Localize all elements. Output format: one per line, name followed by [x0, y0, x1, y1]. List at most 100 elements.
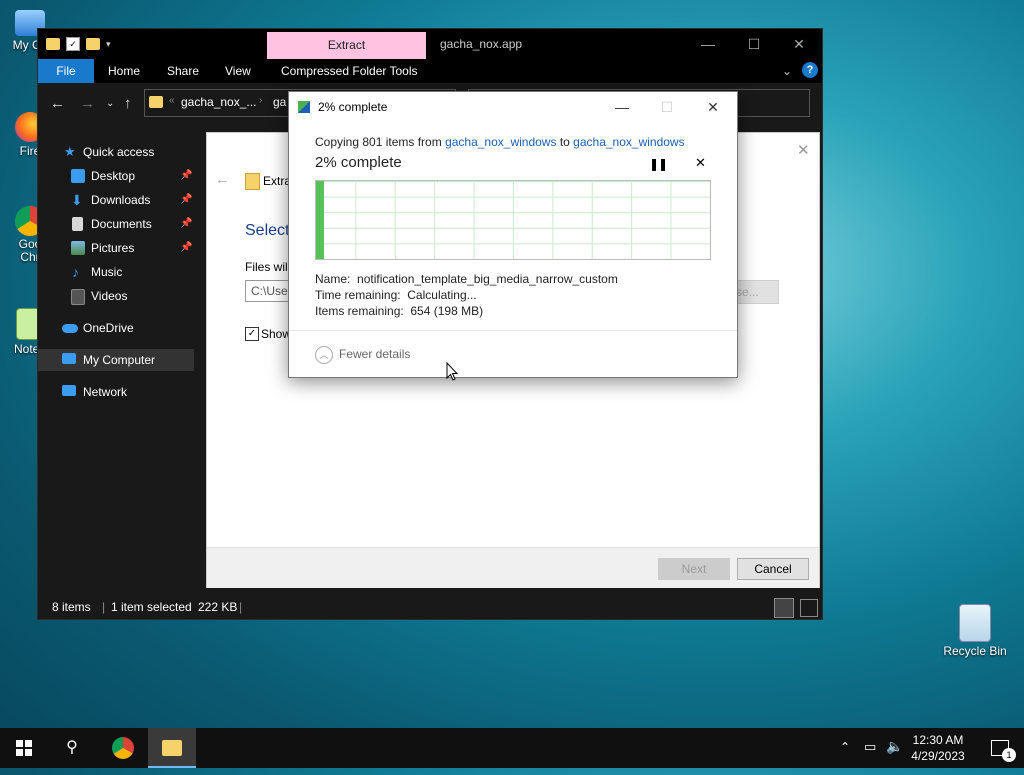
notifications-button[interactable]: 1: [976, 728, 1024, 768]
nav-item-pictures[interactable]: Pictures 📌: [38, 237, 194, 259]
nav-item-desktop[interactable]: Desktop 📌: [38, 165, 194, 187]
wizard-close-icon[interactable]: ✕: [797, 141, 810, 159]
info-items-remaining: Items remaining: 654 (198 MB): [315, 304, 484, 318]
cancel-copy-button[interactable]: ✕: [695, 155, 706, 171]
pin-icon[interactable]: 📌: [180, 165, 192, 187]
taskbar: ⚲ ⌃ ▭ 🔈 12:30 AM 4/29/2023 1: [0, 728, 1024, 768]
status-size: 222 KB: [198, 600, 238, 614]
pause-button[interactable]: ❚❚: [649, 157, 668, 171]
nav-item-documents[interactable]: Documents 📌: [38, 213, 194, 235]
tab-compressed-folder-tools[interactable]: Compressed Folder Tools: [281, 59, 418, 83]
minimize-button[interactable]: —: [685, 29, 731, 59]
divider: [289, 330, 737, 331]
close-button[interactable]: ✕: [776, 29, 822, 59]
up-arrow-icon[interactable]: ↑: [124, 95, 132, 112]
wizard-heading: Select: [245, 222, 290, 239]
wizard-header: Extra: [263, 174, 292, 188]
star-icon: ★: [64, 144, 76, 159]
help-button[interactable]: ?: [802, 62, 818, 78]
tab-share[interactable]: Share: [167, 59, 199, 83]
breadcrumb-item[interactable]: gacha_nox_...: [181, 95, 256, 109]
pin-icon[interactable]: 📌: [180, 189, 192, 211]
info-time-remaining: Time remaining: Calculating...: [315, 288, 477, 302]
search-button[interactable]: ⚲: [48, 728, 96, 768]
next-button[interactable]: Next: [658, 558, 730, 580]
copy-progress-dialog: 2% complete — ☐ ✕ Copying 801 items from…: [288, 91, 738, 378]
folder-icon: [149, 96, 163, 108]
window-title: gacha_nox.app: [440, 37, 523, 51]
chrome-icon: [112, 737, 134, 759]
pin-icon[interactable]: 📌: [180, 213, 192, 235]
folder-icon[interactable]: [46, 38, 60, 50]
taskbar-file-explorer[interactable]: [148, 728, 196, 768]
copying-summary: Copying 801 items from gacha_nox_windows…: [315, 135, 685, 149]
windows-logo-icon: [16, 740, 32, 756]
notification-count-badge: 1: [1002, 748, 1016, 762]
wizard-files-label: Files will: [245, 260, 291, 274]
nav-item-onedrive[interactable]: OneDrive: [38, 317, 194, 339]
desktop-icon-label: Recycle Bin: [943, 644, 1007, 658]
dialog-title: 2% complete: [318, 100, 388, 114]
breadcrumb-chevron-icon: «: [169, 95, 175, 106]
status-selected: 1 item selected: [111, 600, 192, 614]
network-icon: [62, 385, 76, 396]
breadcrumb-chevron-icon: ›: [259, 95, 263, 106]
show-files-checkbox[interactable]: ✓: [245, 327, 259, 341]
destination-link[interactable]: gacha_nox_windows: [573, 135, 684, 149]
nav-item-network[interactable]: Network: [38, 381, 194, 403]
maximize-button[interactable]: ☐: [731, 29, 777, 59]
cloud-icon: [62, 324, 78, 333]
status-divider: |: [239, 600, 243, 614]
forward-arrow-icon[interactable]: →: [80, 95, 95, 112]
desktop-icon: [71, 169, 85, 183]
context-tab-extract[interactable]: Extract: [267, 32, 426, 59]
large-icons-view-button[interactable]: [800, 599, 818, 617]
videos-icon: [71, 289, 85, 305]
chevron-down-icon[interactable]: ▾: [106, 39, 111, 50]
desktop-icon-recycle-bin[interactable]: Recycle Bin: [940, 604, 1010, 658]
pin-icon[interactable]: 📌: [180, 237, 192, 259]
breadcrumb-item[interactable]: ga: [273, 95, 286, 109]
nav-item-my-computer[interactable]: My Computer: [38, 349, 194, 371]
taskbar-chrome[interactable]: [99, 728, 147, 768]
network-icon[interactable]: ▭: [864, 739, 876, 755]
show-files-label: Show: [261, 327, 292, 341]
music-note-icon: ♪: [72, 264, 79, 280]
chevron-up-icon[interactable]: ⌃: [840, 740, 850, 754]
clock-date: 4/29/2023: [911, 749, 965, 763]
title-bar[interactable]: ✓ ▾ Extract gacha_nox.app — ☐ ✕: [38, 29, 822, 59]
chevron-down-icon[interactable]: ⌄: [106, 98, 114, 109]
status-item-count: 8 items: [52, 600, 91, 614]
nav-item-videos[interactable]: Videos: [38, 285, 194, 307]
close-button[interactable]: ✕: [690, 92, 736, 122]
tab-home[interactable]: Home: [108, 59, 140, 83]
source-link[interactable]: gacha_nox_windows: [445, 135, 556, 149]
tab-view[interactable]: View: [225, 59, 251, 83]
nav-item-downloads[interactable]: ⬇ Downloads 📌: [38, 189, 194, 211]
clock[interactable]: 12:30 AM 4/29/2023: [906, 732, 970, 764]
clock-time: 12:30 AM: [912, 733, 964, 747]
nav-item-quick-access[interactable]: ★ Quick access: [38, 141, 194, 163]
details-view-button[interactable]: [774, 598, 794, 618]
search-icon: ⚲: [66, 739, 78, 756]
properties-icon[interactable]: ✓: [66, 37, 80, 51]
cancel-button[interactable]: Cancel: [737, 558, 809, 580]
wizard-footer: Next Cancel: [207, 547, 819, 588]
volume-icon[interactable]: 🔈: [886, 738, 903, 755]
wizard-back-arrow-icon[interactable]: ←: [215, 171, 230, 188]
nav-item-music[interactable]: ♪ Music: [38, 261, 194, 283]
maximize-button[interactable]: ☐: [644, 92, 690, 122]
documents-icon: [72, 217, 83, 231]
recycle-bin-icon: [959, 604, 991, 642]
chevron-up-icon: ︿: [315, 346, 333, 364]
back-arrow-icon[interactable]: ←: [50, 95, 65, 112]
new-folder-icon[interactable]: [86, 38, 100, 50]
copy-icon: [298, 101, 310, 113]
navigation-pane: ★ Quick access Desktop 📌 ⬇ Downloads 📌 D…: [38, 123, 194, 593]
percent-complete: 2% complete: [315, 154, 402, 171]
minimize-button[interactable]: —: [599, 92, 645, 122]
chevron-down-icon[interactable]: ⌄: [782, 59, 792, 83]
speed-graph: [315, 180, 711, 260]
start-button[interactable]: [0, 728, 48, 768]
tab-file[interactable]: File: [38, 59, 94, 83]
